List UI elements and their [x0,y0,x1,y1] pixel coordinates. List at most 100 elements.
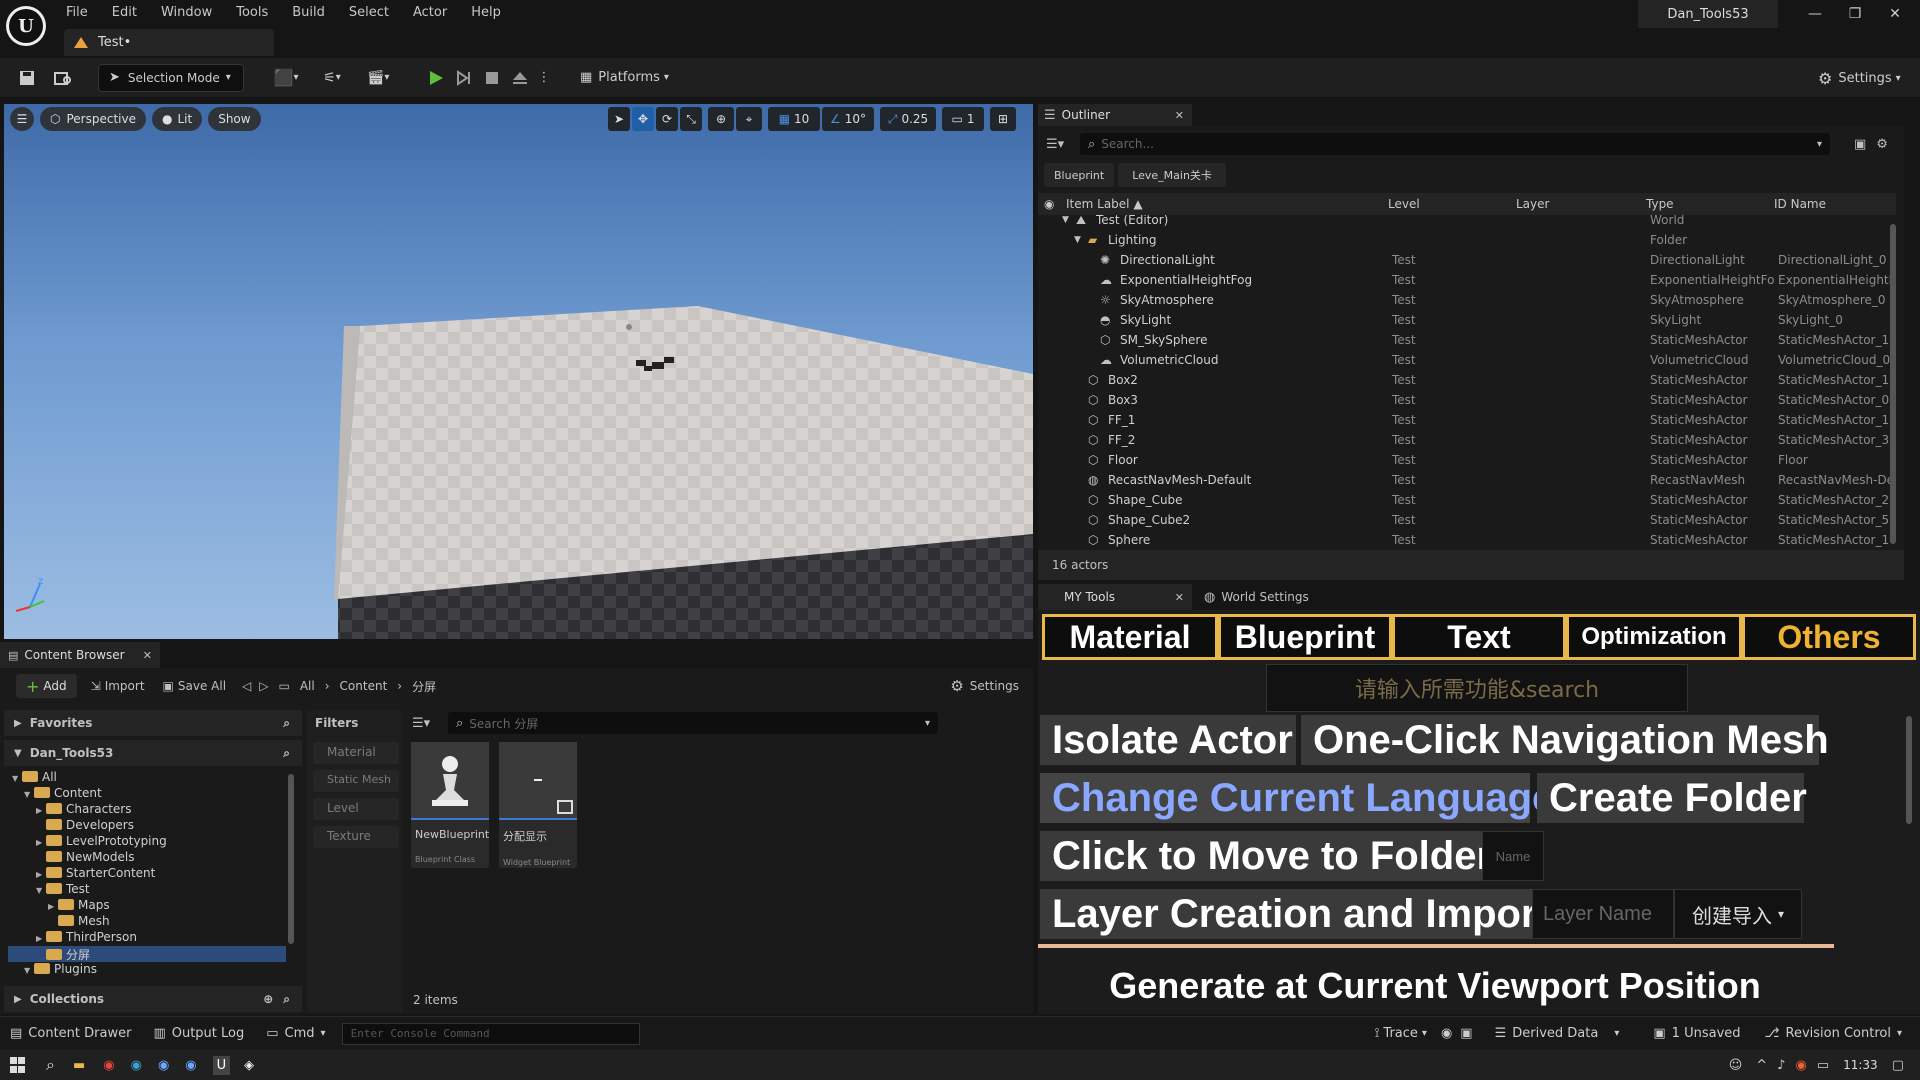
screenshot-icon[interactable]: ▣ [1460,1026,1472,1041]
world-settings-tab[interactable]: ◍ World Settings [1192,584,1309,610]
search-icon[interactable]: ⌕ [46,1055,55,1075]
chevron-down-icon[interactable]: ▼ [1074,235,1081,245]
tree-scrollbar[interactable] [288,774,294,944]
chevron-down-icon[interactable]: ▼ [24,966,34,975]
add-circle-icon[interactable]: ⊕ [263,992,273,1006]
header-type[interactable]: Type [1646,197,1674,211]
outliner-row[interactable]: ⬡ FF_1 Test StaticMeshActor StaticMeshActor_… [1038,410,1896,430]
output-log-button[interactable]: ▥ Output Log [153,1026,244,1041]
create-import-dropdown[interactable]: 创建导入 ▾ [1674,889,1802,939]
content-browser-tab[interactable]: ▤ Content Browser ✕ [0,642,160,668]
lit-button[interactable]: ● Lit [151,107,203,131]
close-icon[interactable]: ✕ [143,649,152,662]
outliner-row[interactable]: ⬡ Floor Test StaticMeshActor Floor [1038,450,1896,470]
rotate-tool-icon[interactable]: ⟳ [656,107,678,131]
unreal-taskbar-icon[interactable]: U [212,1055,231,1075]
breadcrumb-all[interactable]: All [300,679,315,693]
scale-tool-icon[interactable]: ⤡ [680,107,702,131]
outliner-row[interactable]: ☁ VolumetricCloud Test VolumetricCloud Volum… [1038,350,1896,370]
create-folder-button[interactable]: Create Folder [1537,773,1807,823]
close-icon[interactable]: ✕ [1875,0,1915,28]
mytools-scrollbar[interactable] [1906,716,1912,824]
grid-snap-button[interactable]: ▦ 10 [768,107,820,131]
header-level[interactable]: Level [1388,197,1420,211]
level-tab[interactable]: Test• [64,29,274,56]
outliner-row[interactable]: ◍ RecastNavMesh-Default Test RecastNavMesh R… [1038,470,1896,490]
edge-icon[interactable]: ◉ [131,1058,142,1073]
chevron-right-icon[interactable]: ▶ [36,870,46,879]
show-button[interactable]: Show [208,107,261,131]
outliner-row[interactable]: ⬡ Box3 Test StaticMeshActor StaticMeshActor_… [1038,390,1896,410]
blueprint-icon[interactable]: ⚟ ▾ [312,64,352,92]
header-layer[interactable]: Layer [1516,197,1549,211]
tree-item[interactable]: ▶ Maps [48,898,110,914]
content-drawer-button[interactable]: ▤ Content Drawer [10,1026,131,1041]
tray-app-icon[interactable]: ◉ [1795,1058,1806,1073]
unsaved-button[interactable]: ▣ 1 Unsaved [1653,1026,1740,1041]
asset-tile[interactable]: NewBlueprint Blueprint Class [411,742,489,868]
menu-file[interactable]: File [66,5,88,20]
play-icon[interactable] [422,64,450,92]
chip-level[interactable]: Leve_Main关卡 [1118,163,1226,187]
back-icon[interactable]: ◁ [242,679,251,693]
chevron-right-icon[interactable]: ▶ [48,902,58,911]
tree-item[interactable]: ▼ All [12,770,57,786]
file-explorer-icon[interactable]: ▬ [73,1058,85,1073]
restore-icon[interactable]: ❐ [1835,0,1875,28]
app-icon[interactable]: ◉ [185,1058,196,1073]
notification-icon[interactable]: ▢ [1892,1058,1904,1073]
tree-item[interactable]: ▼ Content [24,786,102,802]
outliner-row[interactable]: ☼ SkyAtmosphere Test SkyAtmosphere SkyAtmosp… [1038,290,1896,310]
outliner-row[interactable]: ⬡ Shape_Cube2 Test StaticMeshActor StaticMes… [1038,510,1896,530]
chevron-down-icon[interactable]: ▼ [12,774,22,783]
navigation-mesh-button[interactable]: One-Click Navigation Mesh [1301,715,1829,765]
category-material[interactable]: Material [1042,614,1218,660]
menu-window[interactable]: Window [161,5,212,20]
revision-control-dropdown[interactable]: ⎇ Revision Control ▾ [1765,1026,1902,1041]
viewport-layout-icon[interactable]: ⊞ [990,107,1016,131]
tree-item[interactable]: ▶ ThirdPerson [36,930,137,946]
tree-item[interactable]: ▶ StarterContent [36,866,155,882]
save-all-button[interactable]: ▣ Save All [163,679,227,693]
outliner-row[interactable]: ⬡ FF_2 Test StaticMeshActor StaticMeshActor_… [1038,430,1896,450]
tree-item[interactable]: ▼ Plugins [24,962,97,978]
menu-actor[interactable]: Actor [413,5,447,20]
tree-item[interactable]: NewModels [36,850,134,866]
menu-build[interactable]: Build [292,5,325,20]
unreal-logo-icon[interactable]: U [6,6,46,46]
filter-level[interactable]: Level [313,798,399,820]
collections-header[interactable]: ▶ Collections ⊕ ⌕ [4,986,302,1012]
change-language-button[interactable]: Change Current Language [1040,773,1554,823]
outliner-scrollbar[interactable] [1890,224,1896,544]
selection-mode-dropdown[interactable]: ➤ Selection Mode ▾ [98,63,244,92]
world-space-icon[interactable]: ⊕ [708,107,734,131]
header-id-name[interactable]: ID Name [1774,197,1826,211]
chevron-down-icon[interactable]: ▼ [24,790,34,799]
import-button[interactable]: ⇲ Import [91,679,145,693]
derived-data-dropdown[interactable]: ☰ Derived Data ▾ [1495,1026,1620,1041]
tree-item[interactable]: ▼ Test [36,882,90,898]
layer-import-button[interactable]: Layer Creation and Import [1040,889,1550,939]
add-folder-icon[interactable]: ▣ [1854,137,1866,152]
platforms-dropdown[interactable]: ▦ Platforms ▾ [572,64,677,92]
close-icon[interactable]: ✕ [1175,109,1184,122]
translate-tool-icon[interactable]: ✥ [632,107,654,131]
keyboard-icon[interactable]: ▭ [1817,1058,1829,1073]
volume-icon[interactable]: ♪ [1777,1058,1785,1073]
chevron-right-icon[interactable]: ▶ [36,838,46,847]
filter-static-mesh[interactable]: Static Mesh [313,770,399,792]
filter-icon[interactable]: ☰▾ [1046,137,1080,152]
filter-icon[interactable]: ☰▾ [412,716,448,731]
tool-search-input[interactable]: 请输入所需功能&search [1266,664,1688,712]
category-optimization[interactable]: Optimization [1566,614,1742,660]
menu-edit[interactable]: Edit [112,5,137,20]
stop-icon[interactable] [478,64,506,92]
search-icon[interactable]: ⌕ [283,992,290,1007]
surface-snap-icon[interactable]: ⌖ [736,107,762,131]
filter-material[interactable]: Material [313,742,399,764]
perspective-button[interactable]: ⬡ Perspective [40,107,146,131]
scale-snap-button[interactable]: ⤢ 0.25 [880,107,936,131]
app-icon[interactable]: ◉ [158,1058,169,1073]
chevron-down-icon[interactable]: ▼ [36,886,46,895]
outliner-row[interactable]: ⬡ Box2 Test StaticMeshActor StaticMeshActor_… [1038,370,1896,390]
